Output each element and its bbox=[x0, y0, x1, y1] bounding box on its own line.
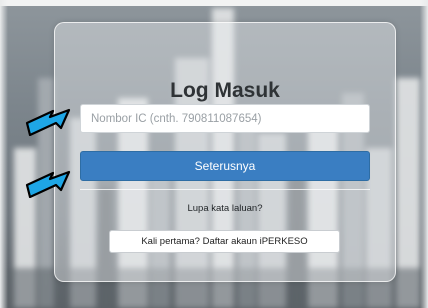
left-edge bbox=[0, 0, 8, 308]
login-card: Log Masuk Seterusnya Lupa kata laluan? K… bbox=[54, 22, 396, 282]
right-edge bbox=[420, 0, 428, 308]
arrow-right-icon bbox=[25, 170, 71, 198]
ic-number-input[interactable] bbox=[80, 104, 370, 133]
forgot-password-link[interactable]: Lupa kata laluan? bbox=[55, 203, 395, 214]
register-account-button[interactable]: Kali pertama? Daftar akaun iPERKESO bbox=[109, 230, 340, 253]
login-title: Log Masuk bbox=[170, 79, 280, 102]
arrow-right-icon bbox=[25, 108, 71, 136]
top-edge bbox=[0, 0, 428, 6]
divider bbox=[80, 189, 370, 190]
login-screen: Log Masuk Seterusnya Lupa kata laluan? K… bbox=[0, 0, 428, 308]
next-button[interactable]: Seterusnya bbox=[80, 151, 370, 181]
